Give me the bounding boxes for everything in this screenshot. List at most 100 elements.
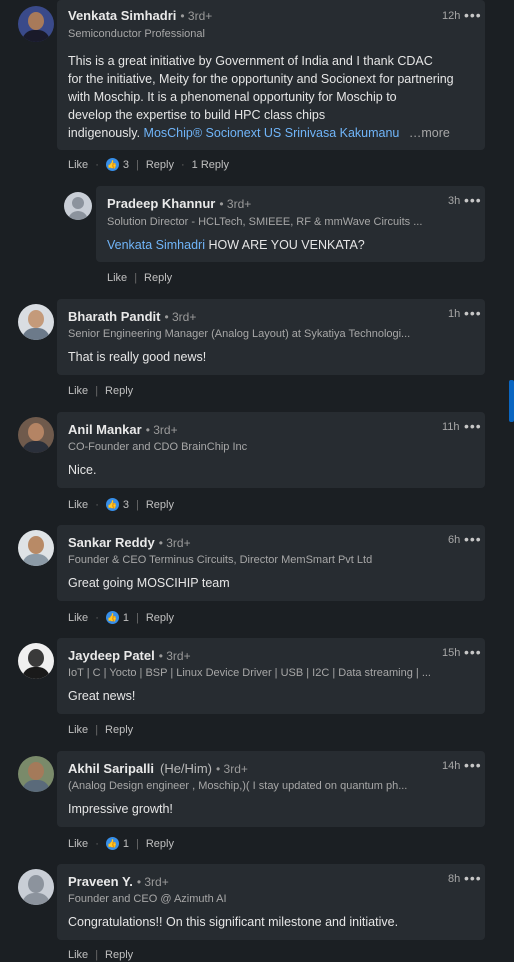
comment-text: This is a great initiative by Government…: [68, 52, 480, 142]
like-button[interactable]: Like: [68, 724, 88, 736]
reply-button[interactable]: Reply: [146, 159, 174, 171]
connection-degree: • 3rd+: [180, 9, 213, 23]
thumbs-up-reaction-icon: 👍: [105, 498, 119, 511]
pronoun: (He/Him): [159, 761, 212, 776]
commenter-headline: IoT | C | Yocto | BSP | Linux Device Dri…: [68, 667, 431, 679]
like-button[interactable]: Like: [68, 159, 88, 171]
comment-line: with Moschip. It is a phenomenal opportu…: [68, 90, 397, 104]
reply-pradeep-khannur: Pradeep Khannur • 3rd+ Solution Director …: [0, 186, 514, 286]
comment-time: 14h: [442, 760, 461, 772]
mention-links[interactable]: MosChip® Socionext US Srinivasa Kakumanu: [144, 126, 400, 140]
comment-praveen-y: Praveen Y. • 3rd+ Founder and CEO @ Azimu…: [0, 864, 514, 962]
commenter-headline: Semiconductor Professional: [68, 28, 205, 40]
more-options-icon[interactable]: •••: [464, 757, 482, 773]
comment-actions: Like | Reply: [68, 949, 134, 961]
comment-bubble: Bharath Pandit • 3rd+ Senior Engineering …: [57, 299, 485, 375]
comment-sankar-reddy: Sankar Reddy • 3rd+ Founder & CEO Terminu…: [0, 525, 514, 630]
comment-actions: Like · 👍 3 | Reply: [68, 498, 174, 511]
comment-bubble: Pradeep Khannur • 3rd+ Solution Director …: [96, 186, 485, 262]
mention-link[interactable]: Venkata Simhadri: [107, 238, 205, 252]
see-more-link[interactable]: …more: [409, 126, 450, 140]
more-options-icon[interactable]: •••: [464, 7, 482, 23]
commenter-headline: CO-Founder and CDO BrainChip Inc: [68, 441, 248, 453]
reply-button[interactable]: Reply: [146, 499, 174, 511]
comment-time: 1h: [448, 308, 461, 320]
more-options-icon[interactable]: •••: [464, 305, 482, 321]
replies-count-link[interactable]: 1 Reply: [192, 159, 229, 171]
more-options-icon[interactable]: •••: [464, 418, 482, 434]
comment-time: 15h: [442, 647, 461, 659]
comment-actions: Like | Reply: [107, 272, 173, 284]
comment-time: 8h: [448, 873, 461, 885]
avatar[interactable]: [18, 6, 54, 42]
avatar[interactable]: [18, 417, 54, 453]
comment-line: indigenously. MosChip® Socionext US Srin…: [68, 124, 480, 142]
comment-bubble: Akhil Saripalli (He/Him) • 3rd+ (Analog De…: [57, 751, 485, 827]
commenter-name[interactable]: Sankar Reddy • 3rd+: [68, 535, 191, 550]
commenter-headline: Solution Director - HCLTech, SMIEEE, RF …: [107, 216, 423, 228]
comment-text: Congratulations!! On this significant mi…: [68, 915, 399, 929]
comment-time: 12h: [442, 10, 461, 22]
more-options-icon[interactable]: •••: [464, 644, 482, 660]
avatar[interactable]: [18, 756, 54, 792]
commenter-name[interactable]: Jaydeep Patel • 3rd+: [68, 648, 191, 663]
reply-button[interactable]: Reply: [146, 838, 174, 850]
like-button[interactable]: Like: [68, 499, 88, 511]
comment-actions: Like · 👍 3 | Reply · 1 Reply: [68, 158, 229, 171]
comment-actions: Like | Reply: [68, 385, 134, 397]
scrollbar-thumb[interactable]: [509, 380, 514, 422]
comment-bubble: Sankar Reddy • 3rd+ Founder & CEO Terminu…: [57, 525, 485, 601]
commenter-name[interactable]: Pradeep Khannur • 3rd+: [107, 196, 251, 211]
comment-text: That is really good news!: [68, 350, 207, 364]
comment-bubble: Venkata Simhadri • 3rd+ Semiconductor Pro…: [57, 0, 485, 150]
commenter-name[interactable]: Bharath Pandit • 3rd+: [68, 309, 196, 324]
like-button[interactable]: Like: [107, 272, 127, 284]
reply-button[interactable]: Reply: [144, 272, 172, 284]
more-options-icon[interactable]: •••: [464, 870, 482, 886]
comment-actions: Like | Reply: [68, 724, 134, 736]
like-button[interactable]: Like: [68, 838, 88, 850]
comment-actions: Like · 👍 1 | Reply: [68, 837, 174, 850]
comment-bubble: Jaydeep Patel • 3rd+ IoT | C | Yocto | BS…: [57, 638, 485, 714]
commenter-name[interactable]: Anil Mankar • 3rd+: [68, 422, 178, 437]
commenter-name[interactable]: Venkata Simhadri • 3rd+: [68, 8, 212, 23]
avatar[interactable]: [18, 530, 54, 566]
reaction-count[interactable]: 1: [123, 838, 129, 850]
connection-degree: • 3rd+: [136, 875, 169, 889]
commenter-name[interactable]: Akhil Saripalli (He/Him) • 3rd+: [68, 761, 248, 776]
reply-button[interactable]: Reply: [105, 949, 133, 961]
comment-text: Nice.: [68, 463, 97, 477]
avatar[interactable]: [18, 304, 54, 340]
reply-button[interactable]: Reply: [146, 612, 174, 624]
comment-text: Great news!: [68, 689, 136, 703]
avatar[interactable]: [64, 192, 92, 220]
more-options-icon[interactable]: •••: [464, 531, 482, 547]
comment-jaydeep-patel: Jaydeep Patel • 3rd+ IoT | C | Yocto | BS…: [0, 638, 514, 743]
reaction-count[interactable]: 1: [123, 612, 129, 624]
like-button[interactable]: Like: [68, 612, 88, 624]
reply-button[interactable]: Reply: [105, 385, 133, 397]
thumbs-up-reaction-icon: 👍: [105, 158, 119, 171]
avatar[interactable]: [18, 869, 54, 905]
commenter-name[interactable]: Praveen Y. • 3rd+: [68, 874, 169, 889]
comment-line: develop the expertise to build HPC class…: [68, 108, 326, 122]
comment-time: 6h: [448, 534, 461, 546]
comment-bubble: Anil Mankar • 3rd+ CO-Founder and CDO Bra…: [57, 412, 485, 488]
reaction-count[interactable]: 3: [123, 499, 129, 511]
comment-time: 3h: [448, 195, 461, 207]
connection-degree: • 3rd+: [158, 536, 191, 550]
comment-text: Venkata Simhadri HOW ARE YOU VENKATA?: [107, 236, 477, 254]
like-button[interactable]: Like: [68, 949, 88, 961]
comment-bubble: Praveen Y. • 3rd+ Founder and CEO @ Azimu…: [57, 864, 485, 940]
comment-time: 11h: [442, 421, 460, 433]
reply-button[interactable]: Reply: [105, 724, 133, 736]
connection-degree: • 3rd+: [145, 423, 178, 437]
avatar[interactable]: [18, 643, 54, 679]
like-button[interactable]: Like: [68, 385, 88, 397]
comment-line-text: indigenously.: [68, 126, 141, 140]
comment-bharath-pandit: Bharath Pandit • 3rd+ Senior Engineering …: [0, 299, 514, 404]
commenter-headline: (Analog Design engineer , Moschip,)( I s…: [68, 780, 408, 792]
comment-line: This is a great initiative by Government…: [68, 54, 433, 68]
reaction-count[interactable]: 3: [123, 159, 129, 171]
more-options-icon[interactable]: •••: [464, 192, 482, 208]
